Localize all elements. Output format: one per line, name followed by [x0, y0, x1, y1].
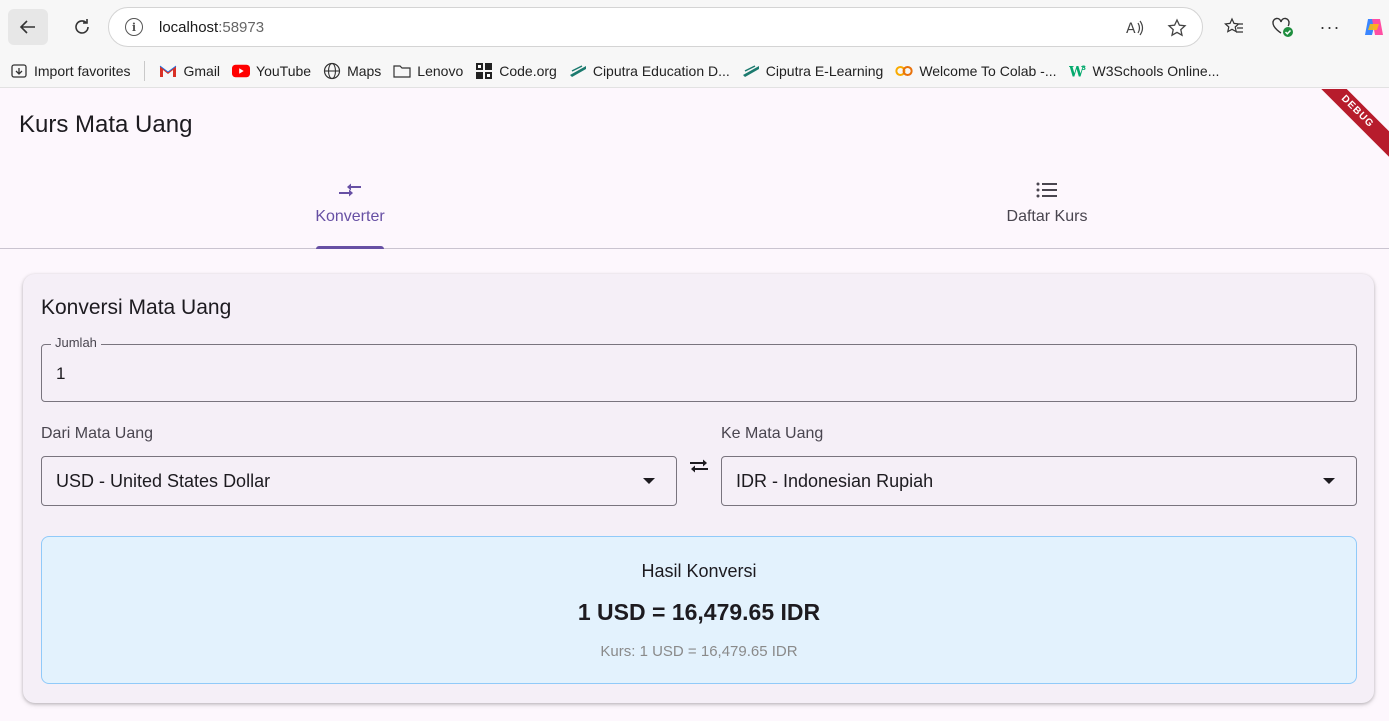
bookmark-youtube[interactable]: YouTube [226, 57, 317, 85]
bookmark-label: Lenovo [417, 62, 464, 79]
bookmark-separator [144, 60, 146, 81]
exchange-rate-text: Kurs: 1 USD = 16,479.65 IDR [600, 643, 798, 660]
amount-label: Jumlah [51, 335, 101, 350]
to-currency-label: Ke Mata Uang [721, 425, 824, 442]
site-info-icon[interactable]: i [125, 18, 143, 36]
import-icon [10, 62, 28, 80]
url-host: localhost [159, 18, 219, 36]
code-org-icon [475, 62, 493, 80]
colab-icon [895, 62, 913, 80]
list-icon [1036, 180, 1058, 200]
tab-label: Daftar Kurs [1006, 208, 1088, 225]
bookmark-label: Ciputra Education D... [592, 62, 730, 79]
ciputra-icon [569, 62, 587, 80]
app-window: Kurs Mata Uang DEBUG Konverter Daftar Ku… [0, 89, 1389, 721]
gmail-icon [159, 62, 177, 80]
url-port: :58973 [218, 18, 265, 36]
bookmark-maps[interactable]: Maps [317, 57, 387, 85]
bookmark-code-org[interactable]: Code.org [469, 57, 563, 85]
read-aloud-icon[interactable]: A [1124, 17, 1146, 39]
copilot-icon[interactable] [1360, 10, 1388, 44]
bookmark-label: Gmail [183, 62, 221, 79]
card-title: Konversi Mata Uang [41, 296, 232, 319]
bookmark-label: Ciputra E-Learning [765, 62, 884, 79]
converter-card: Konversi Mata Uang Jumlah 1 Dari Mata Ua… [23, 274, 1374, 703]
dropdown-arrow-icon [1323, 478, 1335, 484]
back-button[interactable] [8, 9, 48, 45]
bookmark-ciputra-education[interactable]: Ciputra Education D... [563, 57, 736, 85]
youtube-icon [232, 62, 251, 80]
browser-toolbar: i localhost:58973 A ··· [0, 0, 1389, 54]
from-currency-value: USD - United States Dollar [56, 470, 271, 491]
bookmark-label: Maps [347, 62, 382, 79]
debug-banner: DEBUG [1308, 89, 1389, 161]
to-currency-value: IDR - Indonesian Rupiah [736, 470, 934, 491]
url-text: localhost:58973 [159, 19, 264, 36]
favorites-icon[interactable] [1220, 10, 1248, 44]
svg-text:3: 3 [1081, 65, 1085, 72]
w3schools-icon: W3 [1069, 62, 1087, 80]
bookmark-label: Welcome To Colab -... [919, 62, 1057, 79]
bookmarks-bar: Import favorites Gmail YouTube Maps Leno… [0, 54, 1389, 88]
bookmark-colab[interactable]: Welcome To Colab -... [889, 57, 1062, 85]
bookmark-label: Code.org [499, 62, 557, 79]
to-currency-dropdown[interactable]: IDR - Indonesian Rupiah [721, 456, 1357, 506]
bookmark-label: YouTube [256, 62, 312, 79]
bookmark-gmail[interactable]: Gmail [153, 57, 226, 85]
svg-text:A: A [1126, 21, 1136, 37]
from-currency-label: Dari Mata Uang [41, 425, 154, 442]
reload-button[interactable] [62, 9, 102, 45]
compare-arrows-icon [338, 180, 362, 200]
amount-input[interactable]: Jumlah 1 [41, 335, 1357, 402]
result-title: Hasil Konversi [641, 561, 757, 581]
globe-icon [323, 62, 341, 80]
health-icon[interactable] [1268, 10, 1298, 44]
bookmark-label: Import favorites [34, 62, 131, 79]
reload-icon [75, 19, 89, 34]
bookmark-ciputra-elearning[interactable]: Ciputra E-Learning [736, 57, 890, 85]
app-bar-title: Kurs Mata Uang [19, 111, 193, 138]
more-menu-icon[interactable]: ··· [1316, 10, 1344, 44]
conversion-result-box: Hasil Konversi 1 USD = 16,479.65 IDR Kur… [41, 536, 1357, 684]
bookmark-import-favorites[interactable]: Import favorites [4, 57, 136, 85]
dropdown-arrow-icon [643, 478, 655, 484]
bookmark-w3schools[interactable]: W3 W3Schools Online... [1063, 57, 1226, 85]
arrow-left-icon [19, 20, 35, 34]
tab-konverter[interactable]: Konverter [250, 169, 450, 249]
from-currency-dropdown[interactable]: USD - United States Dollar [41, 456, 677, 506]
tab-daftar-kurs[interactable]: Daftar Kurs [947, 169, 1147, 249]
bookmark-lenovo[interactable]: Lenovo [387, 57, 469, 85]
favorite-star-icon[interactable] [1166, 17, 1188, 39]
swap-currency-icon[interactable] [687, 454, 711, 478]
tab-label: Konverter [315, 208, 385, 225]
amount-value[interactable]: 1 [56, 364, 65, 384]
active-tab-indicator [316, 246, 384, 249]
result-value: 1 USD = 16,479.65 IDR [577, 599, 821, 625]
ciputra-icon [742, 62, 760, 80]
tab-bar: Konverter Daftar Kurs [0, 169, 1389, 249]
address-bar[interactable]: i localhost:58973 A [108, 7, 1203, 47]
folder-icon [393, 62, 411, 80]
bookmark-label: W3Schools Online... [1092, 62, 1220, 79]
